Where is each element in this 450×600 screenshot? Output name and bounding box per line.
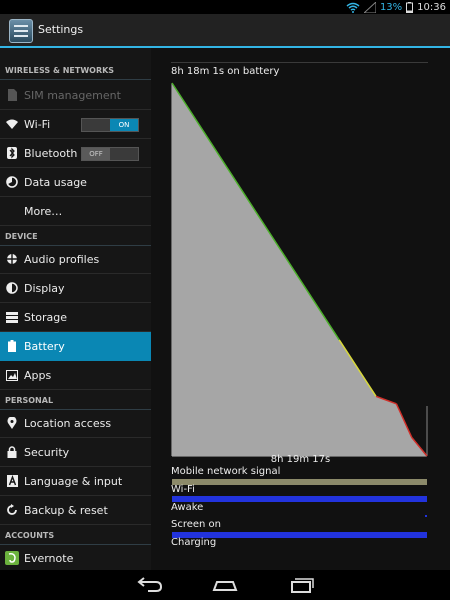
sidebar-item-location[interactable]: Location access [0,409,151,438]
sidebar-item-label: Backup & reset [24,503,108,517]
sidebar-item-label: Evernote [24,551,74,565]
sidebar-item-battery[interactable]: Battery [0,332,151,361]
section-header-accounts: ACCOUNTS [0,525,151,545]
backup-reset-icon [0,504,24,516]
action-bar: Settings [0,14,450,48]
sidebar-item-data-usage[interactable]: Data usage [0,168,151,197]
toggle-label: ON [110,119,138,131]
battery-level-area [172,83,427,456]
wifi-icon [0,119,24,129]
evernote-icon [0,551,24,565]
sidebar-item-label: Battery [24,339,65,353]
battery-history-chart [171,82,428,457]
awake-bar [425,515,427,517]
section-header-device: DEVICE [0,226,151,246]
battery-percent: 13% [379,1,403,13]
apps-icon [0,369,24,381]
sidebar-item-label: Data usage [24,175,87,189]
storage-icon [0,311,24,323]
lock-icon [0,446,24,458]
display-brightness-icon [0,282,24,294]
signal-label-mobile: Mobile network signal [171,466,281,477]
wifi-toggle[interactable]: ON [81,118,139,132]
audio-profiles-icon [0,253,24,265]
mobile-signal-bar [172,479,427,485]
bluetooth-toggle[interactable]: OFF [81,147,139,161]
actionbar-title: Settings [38,23,84,36]
sidebar-item-label: Location access [24,416,112,430]
sidebar-item-label: Apps [24,368,52,382]
language-icon [0,475,24,487]
settings-app-icon[interactable] [9,19,33,43]
sidebar-item-audio-profiles[interactable]: Audio profiles [0,245,151,274]
sidebar-item-label: Security [24,445,70,459]
status-icons: 13% 10:36 [346,0,446,14]
sidebar-item-backup[interactable]: Backup & reset [0,496,151,525]
sidebar-item-bluetooth[interactable]: Bluetooth OFF [0,139,151,168]
sim-card-icon [0,89,24,101]
sidebar-item-evernote[interactable]: Evernote [0,544,151,570]
sidebar-item-wifi[interactable]: Wi-Fi ON [0,110,151,139]
signal-label-charging: Charging [171,537,217,548]
signal-label-awake: Awake [171,502,204,513]
sidebar-item-sim[interactable]: SIM management [0,81,151,110]
recent-apps-icon[interactable] [280,574,320,596]
signal-label-screen: Screen on [171,519,222,530]
bluetooth-icon [0,147,24,159]
battery-icon [0,340,24,352]
sidebar-item-security[interactable]: Security [0,438,151,467]
sidebar-item-label: Storage [24,310,68,324]
signal-label-wifi: Wi-Fi [171,484,195,495]
status-bar: 13% 10:36 [0,0,450,14]
sidebar-item-language[interactable]: Language & input [0,467,151,496]
pie-chart-icon [0,176,24,188]
sidebar-item-label: SIM management [24,88,121,102]
clock: 10:36 [417,1,446,13]
battery-detail-panel: 8h 18m 1s on battery 8h 19m 17s Mobile n… [151,48,450,570]
sidebar-item-label: Display [24,281,65,295]
back-icon[interactable] [130,574,170,596]
home-icon[interactable] [205,574,245,596]
battery-icon [406,1,414,13]
wifi-bar [172,496,427,502]
sidebar-item-label: Language & input [24,474,123,488]
toggle-label: OFF [82,148,110,160]
location-pin-icon [0,417,24,429]
signal-icon [363,1,376,13]
battery-total-time: 8h 19m 17s [270,454,331,465]
sidebar-item-label: More… [24,204,63,218]
navigation-bar [0,570,450,600]
sidebar-item-display[interactable]: Display [0,274,151,303]
sidebar-item-storage[interactable]: Storage [0,303,151,332]
wifi-icon [346,2,360,13]
sidebar-item-more[interactable]: More… [0,197,151,226]
section-header-wireless: WIRELESS & NETWORKS [0,60,151,80]
settings-list[interactable]: WIRELESS & NETWORKS SIM management Wi-Fi… [0,48,151,570]
sidebar-item-apps[interactable]: Apps [0,361,151,390]
sidebar-item-label: Audio profiles [24,252,100,266]
section-header-personal: PERSONAL [0,390,151,410]
